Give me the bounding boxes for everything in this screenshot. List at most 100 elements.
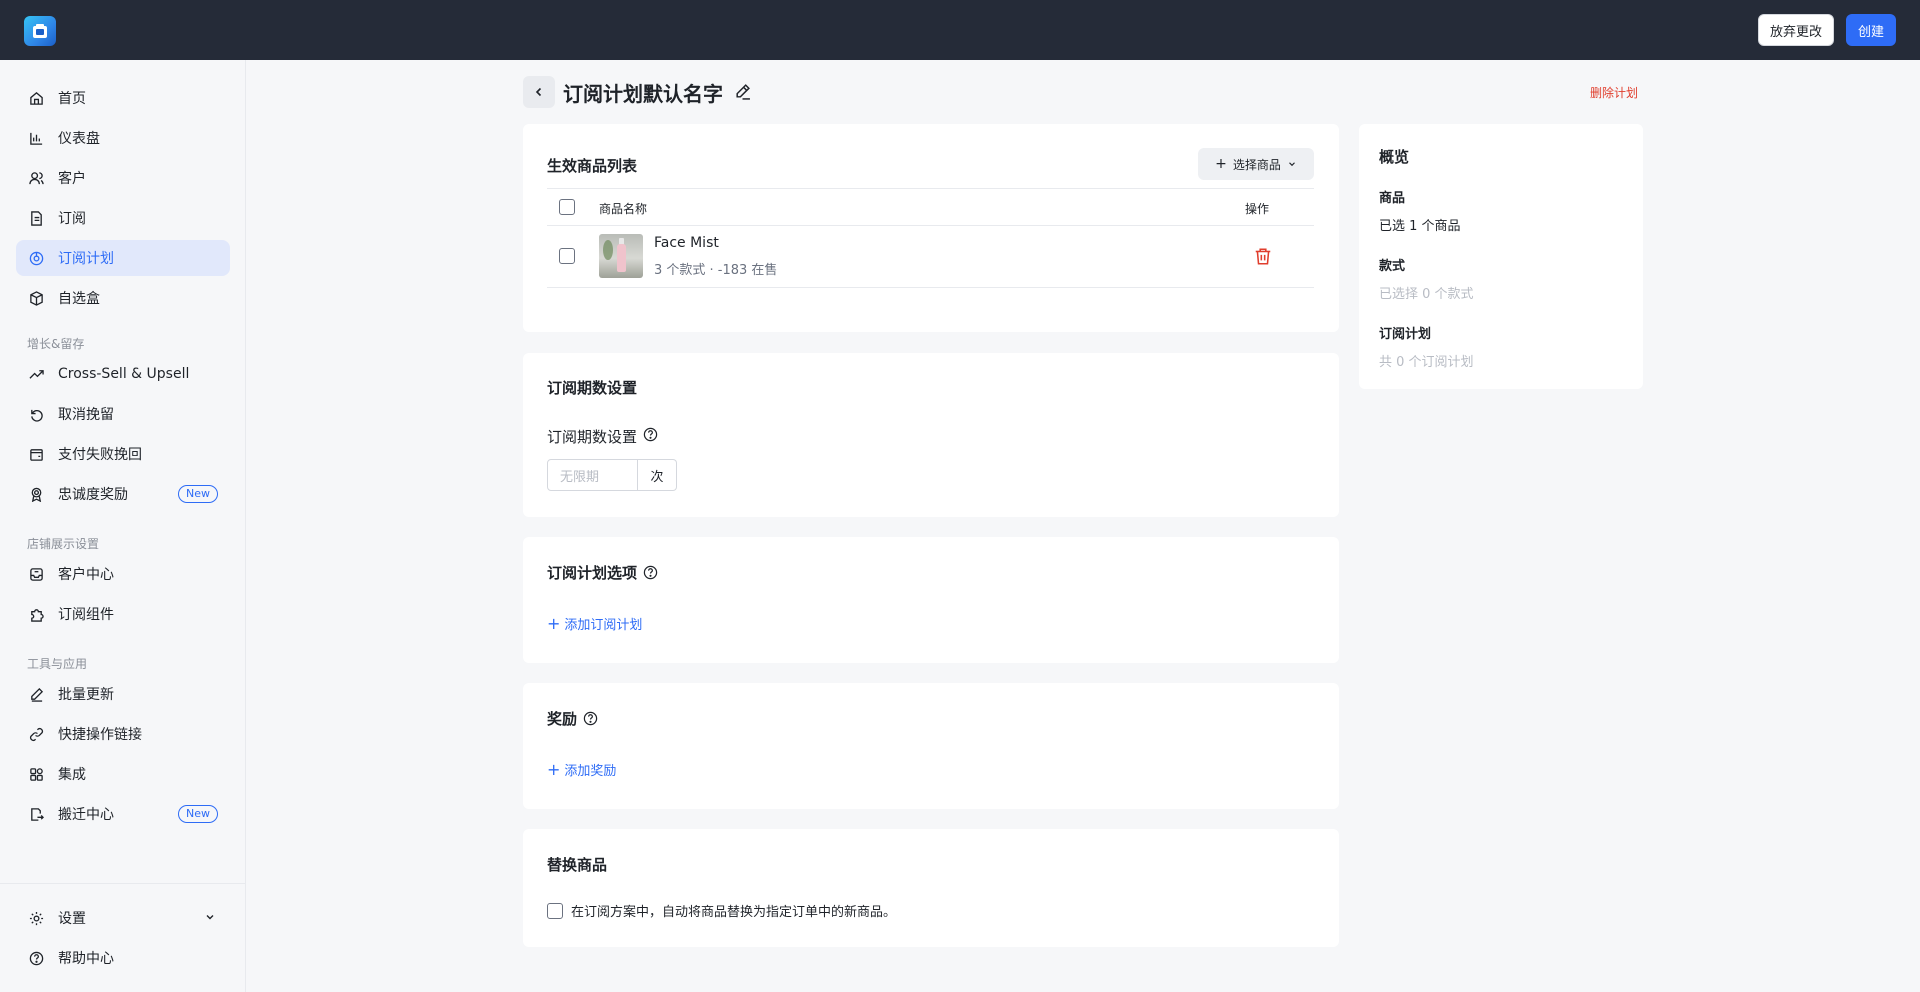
puzzle-icon	[28, 606, 44, 622]
create-button[interactable]: 创建	[1846, 14, 1896, 46]
help-circle-icon[interactable]	[583, 711, 598, 726]
plan-icon	[28, 250, 44, 266]
periods-card: 订阅期数设置 订阅期数设置 无限期 次	[523, 353, 1339, 517]
sidebar-item-customers[interactable]: 客户	[16, 160, 230, 196]
sidebar-item-label: 自选盒	[58, 291, 100, 307]
add-reward-label: 添加奖励	[564, 764, 617, 779]
sidebar-item-label: 订阅	[58, 211, 86, 227]
award-icon	[28, 486, 44, 502]
periods-input-group: 无限期 次	[547, 459, 677, 491]
sidebar-item-payment-recovery[interactable]: 支付失败挽回	[16, 436, 230, 472]
page-title: 订阅计划默认名字	[563, 82, 723, 106]
select-products-label: 选择商品	[1232, 157, 1281, 172]
sidebar-item-label: 设置	[58, 911, 86, 927]
sidebar-section-growth: 增长&留存	[27, 337, 85, 351]
replace-checkbox[interactable]	[547, 902, 563, 919]
grid-icon	[28, 766, 44, 782]
product-list-card: 生效商品列表 + 选择商品 商品名称 操作 Face Mist 3 个款式 · …	[523, 124, 1339, 332]
rewards-title: 奖励	[547, 708, 598, 729]
box-icon	[28, 290, 44, 306]
sidebar-item-label: 首页	[58, 91, 86, 107]
logo-icon	[33, 24, 47, 38]
gear-icon	[28, 910, 44, 926]
back-button[interactable]	[523, 76, 555, 108]
help-circle-icon[interactable]	[643, 565, 658, 580]
overview-title: 概览	[1379, 148, 1410, 166]
sidebar-item-subscription-plans[interactable]: 订阅计划	[16, 240, 230, 276]
product-list-title: 生效商品列表	[547, 157, 638, 175]
select-all-checkbox[interactable]	[559, 199, 575, 215]
help-circle-icon[interactable]	[643, 427, 658, 446]
select-products-button[interactable]: + 选择商品	[1198, 148, 1314, 180]
sidebar-item-label: 仪表盘	[58, 131, 100, 147]
product-table: 商品名称 操作 Face Mist 3 个款式 · -183 在售	[547, 188, 1314, 288]
overview-product-value: 已选 1 个商品	[1379, 219, 1461, 234]
rewards-title-text: 奖励	[547, 710, 578, 728]
table-row: Face Mist 3 个款式 · -183 在售	[547, 226, 1314, 288]
app-logo[interactable]	[24, 16, 56, 46]
replace-title: 替换商品	[547, 856, 608, 874]
sidebar-item-dashboard[interactable]: 仪表盘	[16, 120, 230, 156]
users-icon	[28, 170, 44, 186]
overview-card: 概览 商品 已选 1 个商品 款式 已选择 0 个款式 订阅计划 共 0 个订阅…	[1359, 124, 1643, 389]
overview-plan-value: 共 0 个订阅计划	[1379, 355, 1474, 370]
sidebar-item-label: 集成	[58, 767, 86, 783]
replace-option[interactable]: 在订阅方案中，自动将商品替换为指定订单中的新商品。	[547, 901, 896, 920]
plus-icon: +	[1215, 156, 1227, 172]
bar-chart-icon	[28, 130, 44, 146]
sidebar-item-customer-center[interactable]: 客户中心	[16, 556, 230, 592]
sidebar-item-settings[interactable]: 设置	[16, 900, 230, 936]
sidebar-section-tools: 工具与应用	[27, 657, 88, 671]
sidebar-item-migration[interactable]: 搬迁中心 New	[16, 796, 230, 832]
sidebar-section-store: 店铺展示设置	[27, 537, 100, 551]
home-icon	[28, 90, 44, 106]
add-reward-link[interactable]: + 添加奖励	[547, 760, 617, 780]
sidebar-item-cross-sell[interactable]: Cross-Sell & Upsell	[16, 356, 230, 392]
sidebar-item-help[interactable]: 帮助中心	[16, 940, 230, 976]
help-icon	[28, 950, 44, 966]
sidebar-item-integrations[interactable]: 集成	[16, 756, 230, 792]
sidebar-item-label: 快捷操作链接	[58, 727, 142, 743]
periods-field-label: 订阅期数设置	[547, 426, 658, 447]
column-header-name: 商品名称	[599, 202, 648, 216]
add-plan-link[interactable]: + 添加订阅计划	[547, 614, 643, 634]
column-header-action: 操作	[1245, 202, 1270, 216]
overview-product-label: 商品	[1379, 191, 1406, 206]
product-name[interactable]: Face Mist	[654, 235, 719, 251]
sidebar-item-label: 取消挽留	[58, 407, 114, 423]
migrate-icon	[28, 806, 44, 822]
new-badge: New	[178, 485, 218, 503]
overview-variant-label: 款式	[1379, 259, 1406, 274]
sidebar-item-cancel-retention[interactable]: 取消挽留	[16, 396, 230, 432]
row-checkbox[interactable]	[559, 248, 575, 264]
chevron-down-icon	[1288, 162, 1295, 167]
sidebar-item-loyalty[interactable]: 忠诚度奖励 New	[16, 476, 230, 512]
link-icon	[28, 726, 44, 742]
undo-icon	[28, 406, 44, 422]
sidebar-item-quick-links[interactable]: 快捷操作链接	[16, 716, 230, 752]
plan-options-card: 订阅计划选项 + 添加订阅计划	[523, 537, 1339, 663]
chevron-left-icon	[535, 87, 542, 97]
edit-title-icon[interactable]	[734, 83, 751, 104]
sidebar-item-bulk-update[interactable]: 批量更新	[16, 676, 230, 712]
sidebar-item-label: 忠诚度奖励	[58, 487, 128, 503]
trend-up-icon	[28, 366, 44, 382]
delete-plan-link[interactable]: 删除计划	[1590, 84, 1638, 101]
sidebar-item-custom-box[interactable]: 自选盒	[16, 280, 230, 316]
sidebar-item-label: 搬迁中心	[58, 807, 114, 823]
plus-icon: +	[547, 614, 561, 633]
discard-changes-button[interactable]: 放弃更改	[1758, 14, 1834, 46]
plan-options-title: 订阅计划选项	[547, 562, 658, 583]
replace-card: 替换商品 在订阅方案中，自动将商品替换为指定订单中的新商品。	[523, 829, 1339, 947]
trash-icon[interactable]	[1254, 247, 1272, 270]
sidebar-item-home[interactable]: 首页	[16, 80, 230, 116]
sidebar-item-label: 客户中心	[58, 567, 114, 583]
add-plan-label: 添加订阅计划	[564, 618, 643, 633]
periods-input[interactable]: 无限期	[547, 459, 638, 491]
sidebar-item-label: 帮助中心	[58, 951, 114, 967]
sidebar-item-subscriptions[interactable]: 订阅	[16, 200, 230, 236]
sidebar-item-subscription-widget[interactable]: 订阅组件	[16, 596, 230, 632]
periods-field-label-text: 订阅期数设置	[547, 428, 638, 446]
plus-icon: +	[547, 760, 561, 779]
overview-variant-value: 已选择 0 个款式	[1379, 287, 1474, 302]
